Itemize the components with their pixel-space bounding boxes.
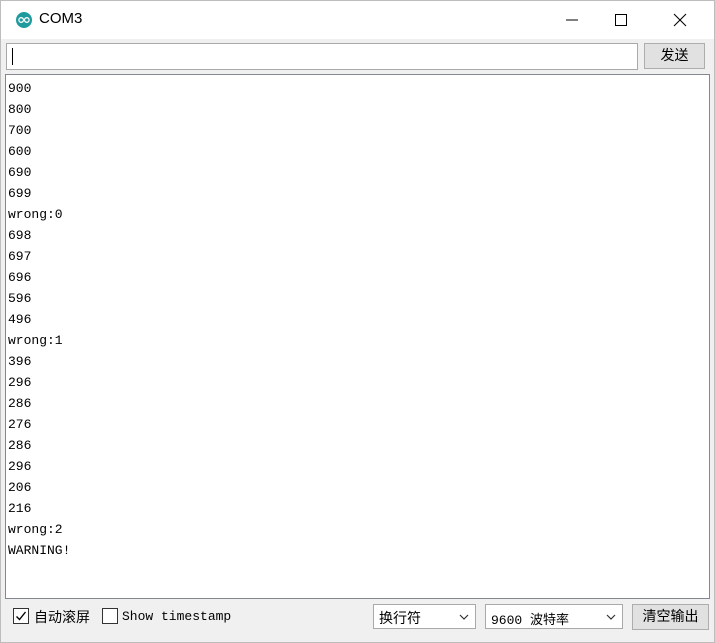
show-timestamp-label[interactable]: Show timestamp: [122, 609, 231, 624]
send-input[interactable]: [6, 43, 638, 70]
checkmark-icon: [16, 611, 27, 621]
output-line: wrong:2: [8, 522, 63, 537]
output-line: 206: [8, 480, 32, 495]
autoscroll-checkbox[interactable]: [13, 608, 29, 624]
serial-output-area[interactable]: 900 800 700 600 690 699 wrong:0 698 697 …: [5, 74, 710, 599]
output-lines: 900 800 700 600 690 699 wrong:0 698 697 …: [8, 81, 70, 564]
output-line: WARNING!: [8, 543, 71, 558]
show-timestamp-checkbox[interactable]: [102, 608, 118, 624]
baud-rate-value: 9600 波特率: [491, 613, 570, 628]
output-line: 800: [8, 102, 32, 117]
output-line: 690: [8, 165, 32, 180]
output-line: 900: [8, 81, 32, 96]
minimize-icon: [566, 19, 578, 21]
arduino-app-icon: [16, 12, 32, 28]
window-title: COM3: [39, 10, 83, 27]
output-line: 600: [8, 144, 32, 159]
output-line: 697: [8, 249, 32, 264]
send-button[interactable]: 发送: [644, 43, 705, 69]
output-line: 698: [8, 228, 32, 243]
output-line: 286: [8, 396, 32, 411]
close-button[interactable]: [657, 1, 703, 39]
title-bar: COM3: [1, 1, 714, 39]
output-line: 696: [8, 270, 32, 285]
baud-rate-select[interactable]: 9600 波特率: [485, 604, 623, 629]
output-line: 296: [8, 375, 32, 390]
output-line: 496: [8, 312, 32, 327]
output-line: 276: [8, 417, 32, 432]
output-line: wrong:1: [8, 333, 63, 348]
output-line: 286: [8, 438, 32, 453]
chevron-down-icon: [459, 614, 469, 620]
output-line: 216: [8, 501, 32, 516]
bottom-bar: 自动滚屏 Show timestamp 换行符 9600 波特率 清空输出: [1, 600, 714, 642]
close-icon: [673, 13, 687, 27]
line-ending-value: 换行符: [379, 611, 421, 627]
maximize-button[interactable]: [598, 1, 644, 39]
output-line: 396: [8, 354, 32, 369]
minimize-button[interactable]: [549, 1, 595, 39]
clear-output-button[interactable]: 清空输出: [632, 604, 709, 630]
autoscroll-label[interactable]: 自动滚屏: [34, 607, 90, 627]
output-line: wrong:0: [8, 207, 63, 222]
serial-monitor-window: COM3 发送 900 800 700 600 690 699 wrong:0 …: [0, 0, 715, 643]
line-ending-select[interactable]: 换行符: [373, 604, 476, 629]
chevron-down-icon: [606, 614, 616, 620]
text-caret: [12, 48, 13, 65]
output-line: 596: [8, 291, 32, 306]
output-line: 699: [8, 186, 32, 201]
maximize-icon: [615, 14, 627, 26]
output-line: 700: [8, 123, 32, 138]
output-line: 296: [8, 459, 32, 474]
